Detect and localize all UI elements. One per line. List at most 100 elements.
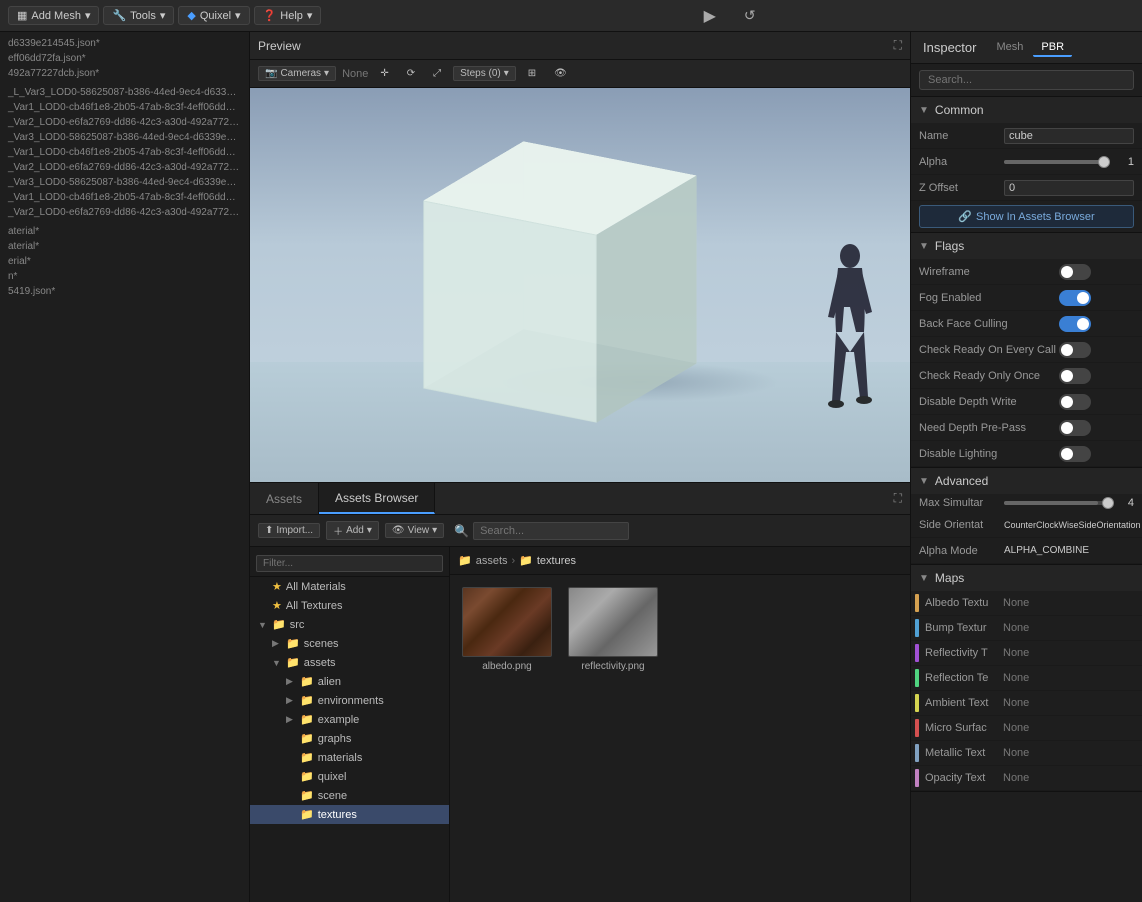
file-item: _Var1_LOD0-cb46f1e8-2b05-47ab-8c3f-4eff0… (0, 145, 249, 160)
tree-item[interactable]: ▼ 📁 assets (250, 653, 449, 672)
tree-item[interactable]: 📁 textures (250, 805, 449, 824)
tree-item[interactable]: ▼ 📁 src (250, 615, 449, 634)
show-assets-button[interactable]: 🔗 Show In Assets Browser (919, 205, 1134, 228)
tree-arrow: ▶ (272, 638, 282, 649)
tree-item[interactable]: ★ All Textures (250, 596, 449, 615)
tree-item[interactable]: 📁 scene (250, 786, 449, 805)
import-icon: ⬆ (265, 525, 273, 536)
tree-label: assets (304, 657, 336, 669)
tree-label: src (290, 619, 305, 631)
map-row: Albedo Textu None (911, 591, 1142, 616)
tree-item[interactable]: 📁 materials (250, 748, 449, 767)
tree-item[interactable]: 📁 quixel (250, 767, 449, 786)
tree-label: quixel (318, 771, 347, 783)
tab-assets[interactable]: Assets (250, 483, 319, 514)
preview-viewport[interactable] (250, 88, 910, 482)
eye-button[interactable]: 👁 (548, 67, 573, 80)
move-button[interactable]: ✛ (374, 67, 394, 80)
section-common-header[interactable]: ▼ Common (911, 97, 1142, 123)
map-bar (915, 594, 919, 612)
view-button[interactable]: 👁 View ▾ (385, 523, 444, 538)
quixel-button[interactable]: ◆ Quixel ▾ (178, 6, 249, 25)
section-flags-header[interactable]: ▼ Flags (911, 233, 1142, 259)
tools-button[interactable]: 🔧 Tools ▾ (103, 6, 174, 25)
section-advanced-header[interactable]: ▼ Advanced (911, 468, 1142, 494)
max-sim-slider[interactable] (1004, 501, 1114, 505)
steps-button[interactable]: Steps (0) ▾ (453, 66, 516, 81)
max-sim-fill (1004, 501, 1098, 505)
tree-arrow: ▶ (286, 695, 296, 706)
folder-icon: 📁 (300, 675, 314, 688)
inspector-search-input[interactable] (919, 70, 1134, 90)
map-bar (915, 644, 919, 662)
add-mesh-button[interactable]: ▦ Add Mesh ▾ (8, 6, 99, 25)
cube-wrapper (460, 182, 660, 382)
tab-assets-browser[interactable]: Assets Browser (319, 483, 435, 514)
asset-item[interactable]: albedo.png (462, 587, 552, 672)
tab-pbr[interactable]: PBR (1033, 39, 1072, 57)
mesh-icon: ▦ (17, 9, 27, 22)
prop-alpha-mode: Alpha Mode ALPHA_COMBINE (911, 538, 1142, 564)
tree-item[interactable]: 📁 graphs (250, 729, 449, 748)
map-label: Reflection Te (925, 672, 1003, 684)
flag-toggle[interactable] (1059, 342, 1091, 358)
tree-item[interactable]: ▶ 📁 scenes (250, 634, 449, 653)
asset-item[interactable]: reflectivity.png (568, 587, 658, 672)
name-label: Name (919, 130, 1004, 142)
filter-input[interactable] (256, 555, 443, 572)
tree-arrow: ▶ (286, 714, 296, 725)
help-button[interactable]: ❓ Help ▾ (254, 6, 322, 25)
flag-toggle[interactable] (1059, 420, 1091, 436)
map-value: None (1003, 647, 1029, 659)
breadcrumb: 📁 assets › 📁 textures (450, 547, 910, 575)
map-value: None (1003, 747, 1029, 759)
map-value: None (1003, 597, 1029, 609)
tree-label: graphs (318, 733, 352, 745)
zoffset-input[interactable] (1004, 180, 1134, 196)
play-button[interactable]: ▶ (696, 2, 724, 30)
tree-item[interactable]: ▶ 📁 alien (250, 672, 449, 691)
tree-item[interactable]: ★ All Materials (250, 577, 449, 596)
max-sim-thumb[interactable] (1102, 497, 1114, 509)
flag-toggle[interactable] (1059, 394, 1091, 410)
cameras-button[interactable]: 📷 Cameras ▾ (258, 66, 336, 81)
alpha-thumb[interactable] (1098, 156, 1110, 168)
none-label: None (342, 68, 368, 80)
grid-button[interactable]: ⊞ (522, 67, 542, 80)
preview-expand-button[interactable]: ⛶ (894, 38, 902, 53)
assets-search-input[interactable] (473, 522, 629, 540)
star-icon: ★ (272, 599, 282, 612)
import-button[interactable]: ⬆ Import... (258, 523, 320, 538)
folder-icon: 📁 (300, 713, 314, 726)
asset-thumb (462, 587, 552, 657)
assets-expand-button[interactable]: ⛶ (894, 491, 902, 506)
flag-toggle[interactable] (1059, 316, 1091, 332)
star-icon: ★ (272, 580, 282, 593)
tools-chevron: ▾ (160, 9, 166, 22)
quixel-chevron: ▾ (235, 9, 241, 22)
folder-icon-current: 📁 (519, 554, 533, 567)
section-maps-header[interactable]: ▼ Maps (911, 565, 1142, 591)
inspector-header: Inspector Mesh PBR (911, 32, 1142, 64)
flag-toggle[interactable] (1059, 446, 1091, 462)
search-icon-assets: 🔍 (454, 524, 469, 538)
flag-row: Disable Depth Write (911, 389, 1142, 415)
alpha-slider[interactable]: 1 (1004, 156, 1134, 168)
tree-item[interactable]: ▶ 📁 environments (250, 691, 449, 710)
preview-header: Preview ⛶ (250, 32, 910, 60)
section-flags-title: Flags (935, 239, 1134, 253)
flag-label: Disable Lighting (919, 448, 1059, 460)
alpha-track (1004, 160, 1110, 164)
tree-item[interactable]: ▶ 📁 example (250, 710, 449, 729)
name-input[interactable] (1004, 128, 1134, 144)
rotate-button[interactable]: ⟳ (401, 67, 421, 80)
scale-button[interactable]: ⤢ (427, 67, 447, 80)
preview-tab-label: Preview (258, 39, 301, 53)
add-button[interactable]: ＋ Add ▾ (326, 521, 379, 540)
flag-toggle[interactable] (1059, 368, 1091, 384)
refresh-button[interactable]: ↺ (736, 2, 764, 30)
tree-arrow: ▶ (286, 676, 296, 687)
flag-toggle[interactable] (1059, 264, 1091, 280)
tab-mesh[interactable]: Mesh (988, 39, 1031, 57)
flag-toggle[interactable] (1059, 290, 1091, 306)
